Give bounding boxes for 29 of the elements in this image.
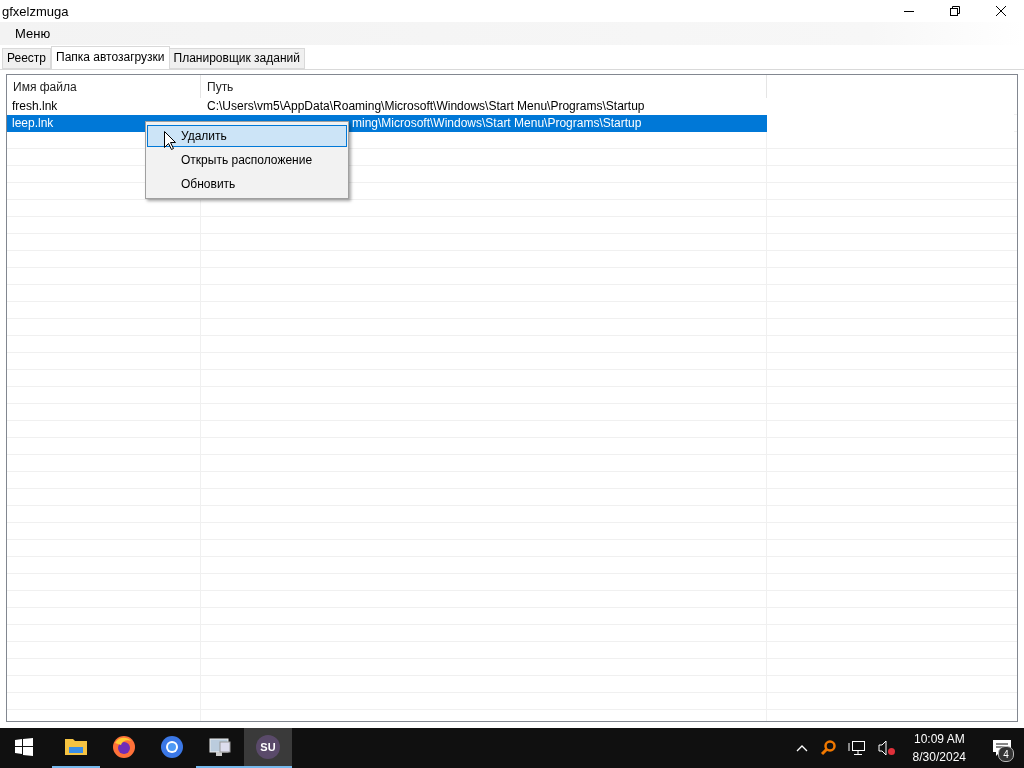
table-cell-text: C:\Users\vm5\AppData\Roaming\Microsoft\Windows\Start Menu\Programs\Startup	[206, 98, 646, 115]
cursor-icon	[164, 131, 176, 150]
time-text: 10:09 AM	[913, 731, 965, 748]
menu-item[interactable]: Меню	[7, 26, 59, 41]
notifications-button[interactable]: 4	[980, 728, 1024, 768]
table-row[interactable]: fresh.lnk C:\Users\vm5\AppData\Roaming\Microsoft\Windows\Start Menu\Programs\Startup	[7, 98, 767, 115]
menu-item[interactable]: Обновить	[147, 173, 347, 195]
folder-icon	[64, 737, 88, 757]
windows-logo-icon	[15, 738, 33, 756]
computer-icon	[208, 736, 232, 758]
window-title: gfxelzmuga	[2, 3, 70, 19]
browser-icon	[160, 735, 184, 759]
taskbar-app[interactable]: SU	[244, 728, 292, 768]
table-cell-text: fresh.lnk	[11, 98, 59, 115]
tab[interactable]: Планировщик заданий	[168, 48, 305, 69]
tab[interactable]: Папка автозагрузки	[51, 46, 170, 69]
table-cell-text: leep.lnk	[11, 115, 55, 132]
restore-icon	[950, 6, 960, 16]
table-cell-text: ming\Microsoft\Windows\Start Menu\Programs\Startup	[351, 115, 643, 132]
app-logo-icon: SU	[256, 735, 280, 759]
menu-item[interactable]: Открыть расположение	[147, 149, 347, 171]
firefox-icon	[112, 735, 136, 759]
clock[interactable]: 10:09 AM 8/30/2024	[904, 730, 974, 766]
date-text: 8/30/2024	[912, 749, 966, 766]
close-icon	[996, 6, 1006, 16]
tab[interactable]: Реестр	[2, 48, 51, 69]
minimize-icon	[904, 10, 914, 12]
menu-item[interactable]: Удалить	[147, 125, 347, 147]
notification-count: 4	[998, 746, 1014, 762]
